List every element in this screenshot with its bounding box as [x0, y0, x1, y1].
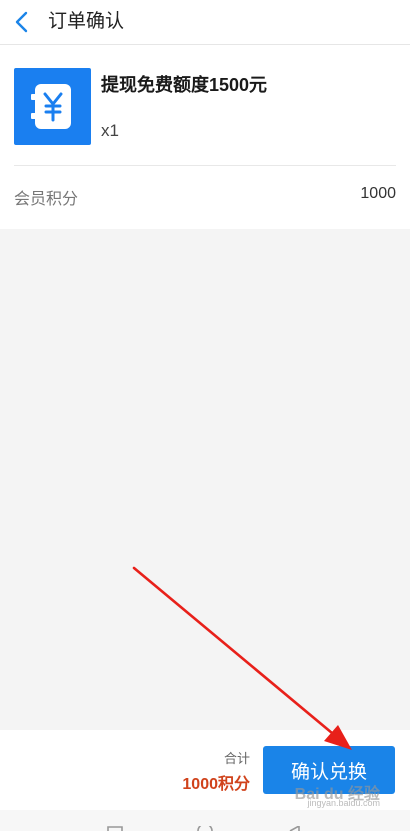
points-value: 1000	[360, 185, 396, 202]
home-icon[interactable]	[196, 826, 214, 831]
back-button[interactable]	[8, 4, 40, 40]
product-thumbnail	[14, 68, 91, 145]
back-triangle-icon[interactable]	[288, 826, 302, 831]
total-label: 合计	[223, 751, 250, 766]
top-bar: 订单确认	[0, 0, 410, 45]
divider	[14, 165, 396, 166]
points-label: 会员积分	[14, 191, 79, 208]
order-card: 提现免费额度1500元 x1 会员积分 1000	[0, 45, 410, 229]
total-value: 1000积分	[182, 776, 250, 793]
recent-apps-icon[interactable]	[106, 826, 124, 831]
watermark-url: jingyan.baidu.com	[307, 798, 380, 808]
chevron-left-icon	[15, 11, 28, 33]
product-name: 提现免费额度1500元	[101, 75, 268, 95]
system-nav-bar	[0, 810, 410, 831]
product-quantity: x1	[101, 121, 119, 140]
page-title: 订单确认	[48, 11, 125, 32]
yen-wallet-icon	[31, 84, 71, 129]
